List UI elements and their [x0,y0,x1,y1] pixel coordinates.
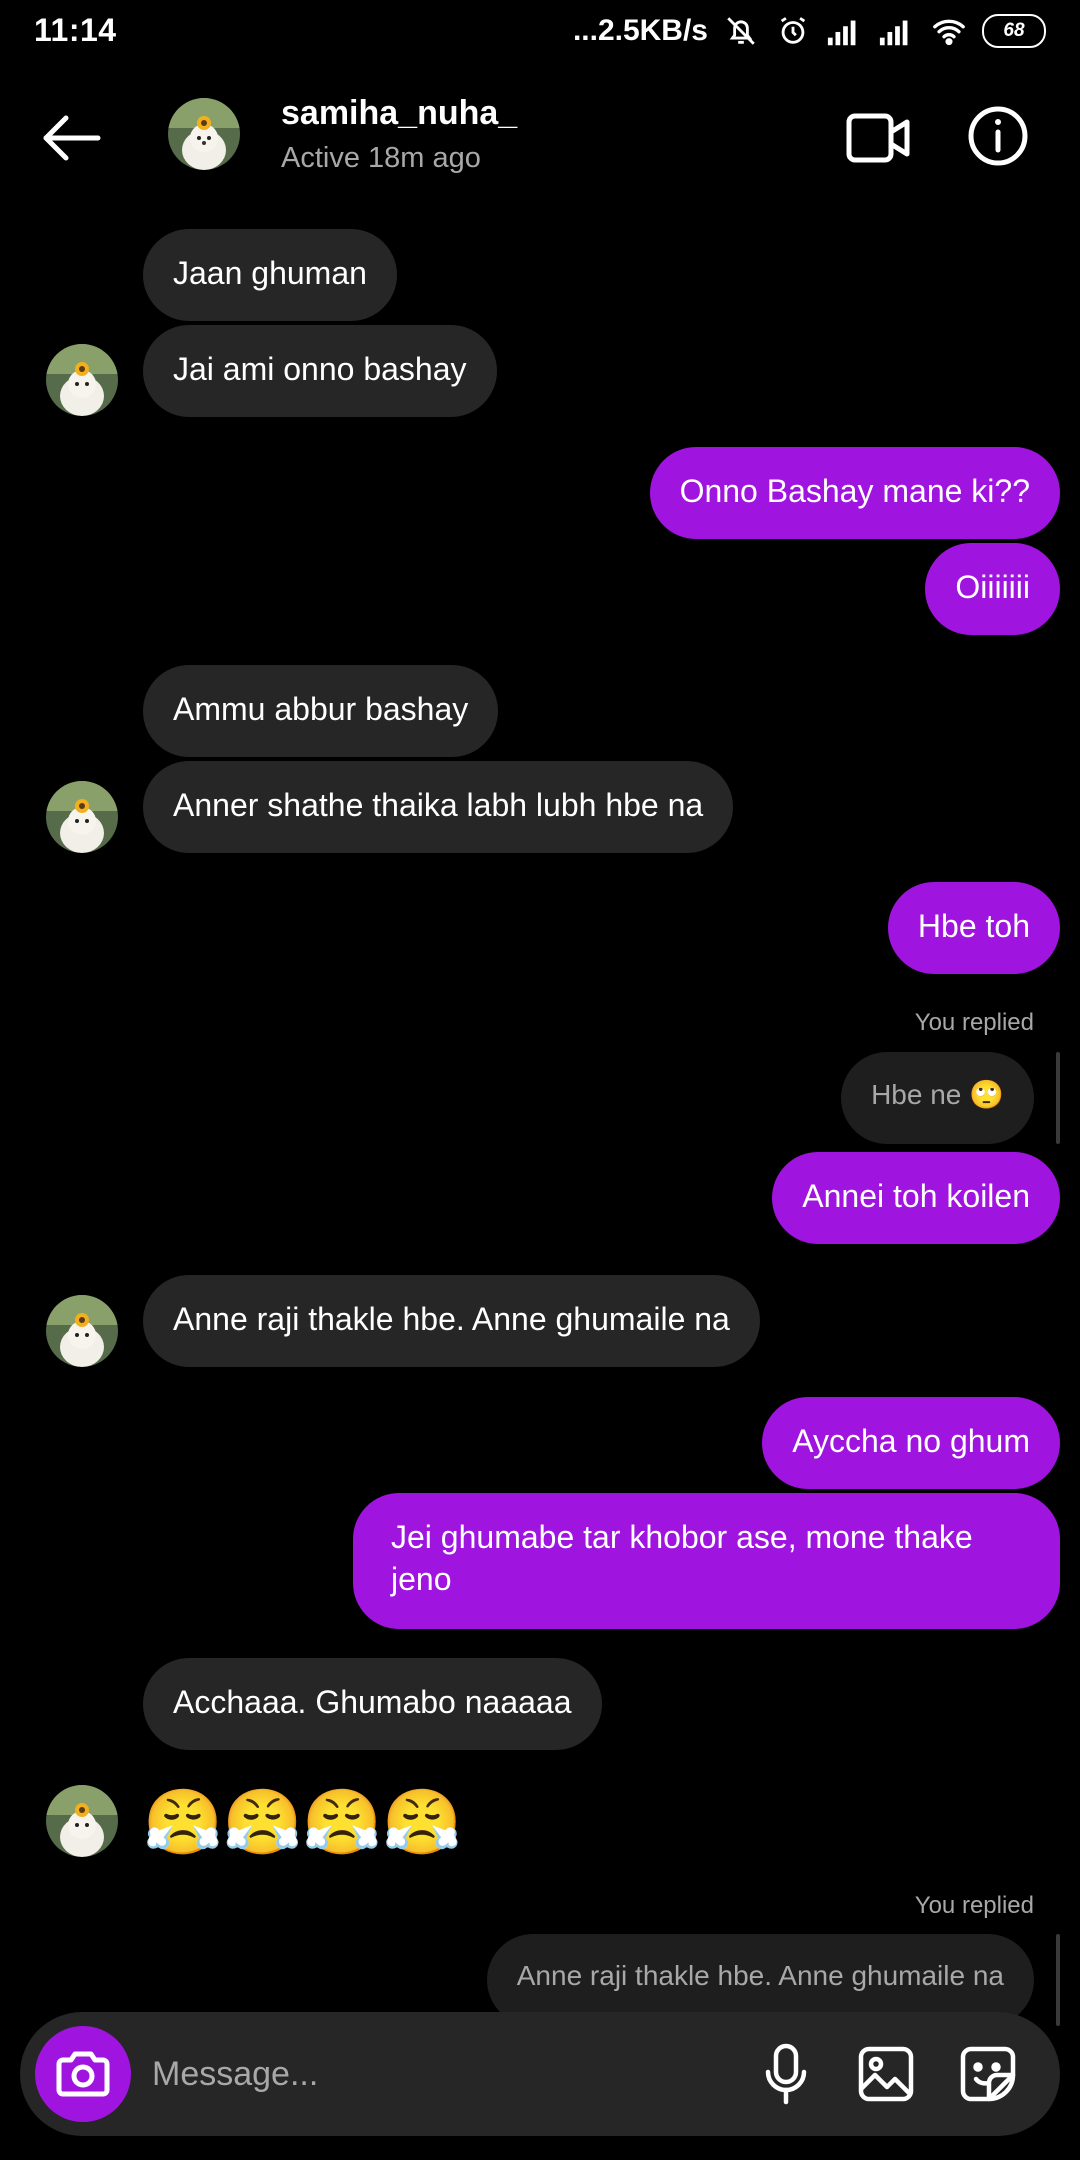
incoming-message[interactable]: Anner shathe thaika labh lubh hbe na [143,761,734,853]
profile-avatar[interactable] [168,98,240,170]
emoji-message[interactable]: 😤😤😤😤 [143,1782,462,1862]
alarm-icon [774,12,812,50]
signal-icon-2 [878,12,916,50]
sticker-icon [960,2046,1016,2102]
mute-bell-icon [722,12,760,50]
gallery-button[interactable] [850,2038,922,2110]
username[interactable]: samiha_nuha_ [281,94,517,133]
outgoing-message[interactable]: Oiiiiiii [925,543,1060,635]
wifi-icon [930,12,968,50]
info-icon [968,106,1028,166]
reply-label: You replied [914,1009,1034,1036]
sender-avatar[interactable] [46,1785,118,1857]
reply-label: You replied [914,1892,1034,1919]
video-camera-icon [846,113,910,163]
outgoing-message[interactable]: Ayccha no ghum [762,1397,1060,1489]
outgoing-message[interactable]: Hbe toh [887,882,1060,974]
arrow-left-icon [43,115,101,161]
outgoing-message[interactable]: Jei ghumabe tar khobor ase, mone thake j… [353,1493,1060,1629]
camera-button[interactable] [35,2026,131,2122]
reply-indicator-bar [1056,1934,1060,2026]
sender-avatar[interactable] [46,1295,118,1367]
replied-to-message[interactable]: Hbe ne 🙄 [841,1052,1034,1144]
sender-avatar[interactable] [46,344,118,416]
video-call-button[interactable] [845,110,911,166]
camera-icon [56,2051,110,2097]
incoming-message[interactable]: Jaan ghuman [143,229,397,321]
sender-avatar[interactable] [46,781,118,853]
incoming-message[interactable]: Jai ami onno bashay [143,325,497,417]
active-status: Active 18m ago [281,142,481,174]
image-icon [858,2046,914,2102]
network-speed: ...2.5KB/s [572,14,708,47]
status-icons: ...2.5KB/s 68 [573,10,1046,52]
incoming-message[interactable]: Acchaaa. Ghumabo naaaaa [143,1658,602,1750]
microphone-icon [765,2043,807,2105]
incoming-message[interactable]: Ammu abbur bashay [143,665,499,757]
back-button[interactable] [38,110,104,166]
message-input[interactable] [152,2050,712,2098]
outgoing-message[interactable]: Onno Bashay mane ki?? [649,447,1060,539]
chat-header: samiha_nuha_ Active 18m ago [0,80,1080,192]
status-time: 11:14 [34,12,117,48]
message-composer [20,2012,1060,2136]
voice-message-button[interactable] [750,2038,822,2110]
info-button[interactable] [966,104,1030,168]
incoming-message[interactable]: Anne raji thakle hbe. Anne ghumaile na [143,1275,760,1367]
signal-icon [826,12,864,50]
status-bar: 11:14 ...2.5KB/s 68 [0,0,1080,62]
outgoing-message[interactable]: Annei toh koilen [772,1152,1060,1244]
reply-indicator-bar [1056,1052,1060,1144]
sticker-button[interactable] [952,2038,1024,2110]
direct-message-screen: 11:14 ...2.5KB/s 68 samiha_nuha_ Active … [0,0,1080,2160]
battery-indicator: 68 [982,14,1046,48]
